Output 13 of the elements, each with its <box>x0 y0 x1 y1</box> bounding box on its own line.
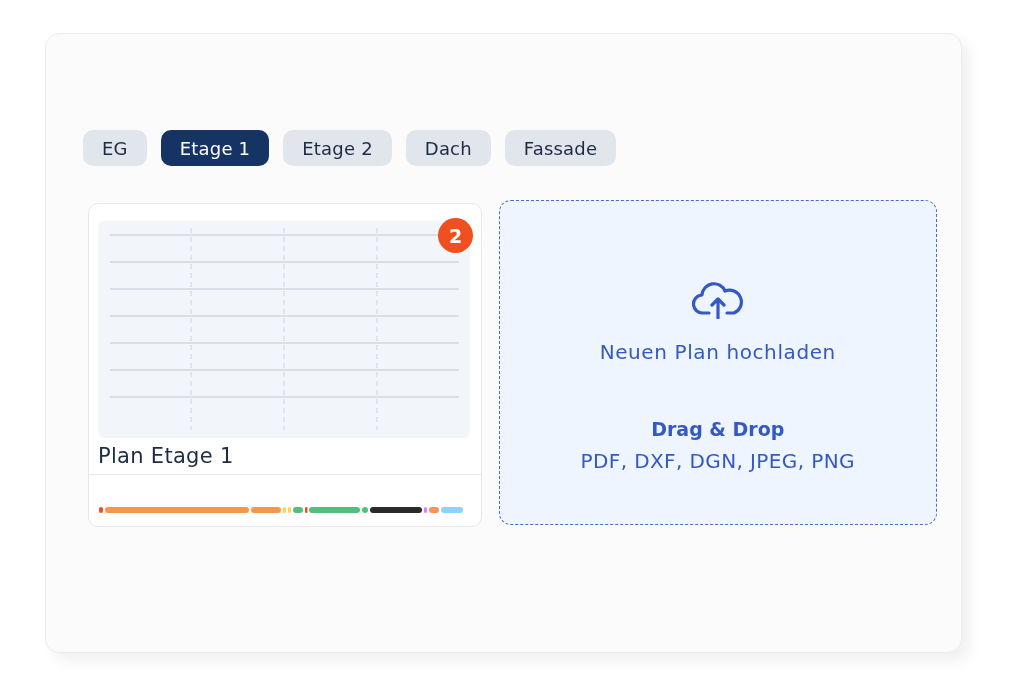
plan-title: Plan Etage 1 <box>98 443 235 469</box>
floor-tab[interactable]: Fassade <box>504 130 617 166</box>
count-badge: 2 <box>438 218 473 253</box>
drag-drop-title: Drag & Drop <box>651 417 785 441</box>
upload-dropzone[interactable]: Neuen Plan hochladen Drag & Drop PDF, DXF, DGN, JPEG, PNG <box>498 200 937 525</box>
plan-card[interactable]: 2 Plan Etage 1 <box>88 203 482 527</box>
cloud-upload-icon <box>691 282 744 319</box>
floor-tab[interactable]: Dach <box>405 130 491 166</box>
floor-tab[interactable]: EG <box>83 130 147 166</box>
file-types-text: PDF, DXF, DGN, JPEG, PNG <box>580 448 855 474</box>
floor-tab[interactable]: Etage 1 <box>160 130 270 166</box>
upload-label: Neuen Plan hochladen <box>599 339 836 365</box>
floor-tab[interactable]: Etage 2 <box>283 130 392 166</box>
